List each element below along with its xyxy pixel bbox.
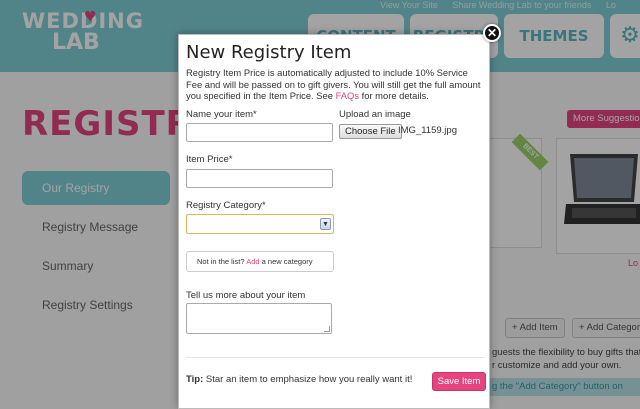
tip-label: Tip:	[186, 374, 204, 385]
upload-label: Upload an image	[339, 109, 411, 120]
add-category-prompt: Not in the list? Add a new category	[186, 251, 334, 272]
item-name-input[interactable]	[186, 123, 333, 142]
new-registry-item-dialog: New Registry Item Registry Item Price is…	[178, 34, 490, 409]
add-category-link[interactable]: Add	[246, 257, 259, 266]
new-category-text: a new category	[261, 257, 313, 266]
dialog-title: New Registry Item	[186, 42, 352, 63]
chevron-down-icon[interactable]: ▼	[320, 218, 331, 230]
intro-text: Registry Item Price is automatically adj…	[186, 67, 481, 101]
dialog-intro: Registry Item Price is automatically adj…	[186, 67, 486, 102]
description-label: Tell us more about your item	[186, 290, 306, 301]
selected-file-name: IMG_1159.jpg	[398, 125, 457, 136]
item-price-input[interactable]	[186, 169, 333, 188]
dialog-divider	[186, 357, 484, 358]
not-in-list-text: Not in the list?	[197, 257, 245, 266]
name-label: Name your item*	[186, 109, 257, 120]
choose-file-button[interactable]: Choose File	[339, 124, 402, 139]
tip-text: Tip: Star an item to emphasize how you r…	[186, 374, 412, 385]
category-label: Registry Category*	[186, 200, 266, 211]
resize-handle-icon[interactable]	[324, 326, 330, 332]
registry-category-select[interactable]: ▼	[186, 214, 334, 234]
close-icon[interactable]: ✕	[483, 24, 501, 42]
save-item-button[interactable]: Save Item	[432, 372, 486, 391]
item-description-textarea[interactable]	[186, 303, 332, 334]
tip-message: Star an item to emphasize how you really…	[205, 374, 413, 385]
faqs-link[interactable]: FAQs	[336, 90, 359, 101]
price-label: Item Price*	[186, 154, 233, 165]
intro-tail: for more details.	[361, 90, 429, 101]
